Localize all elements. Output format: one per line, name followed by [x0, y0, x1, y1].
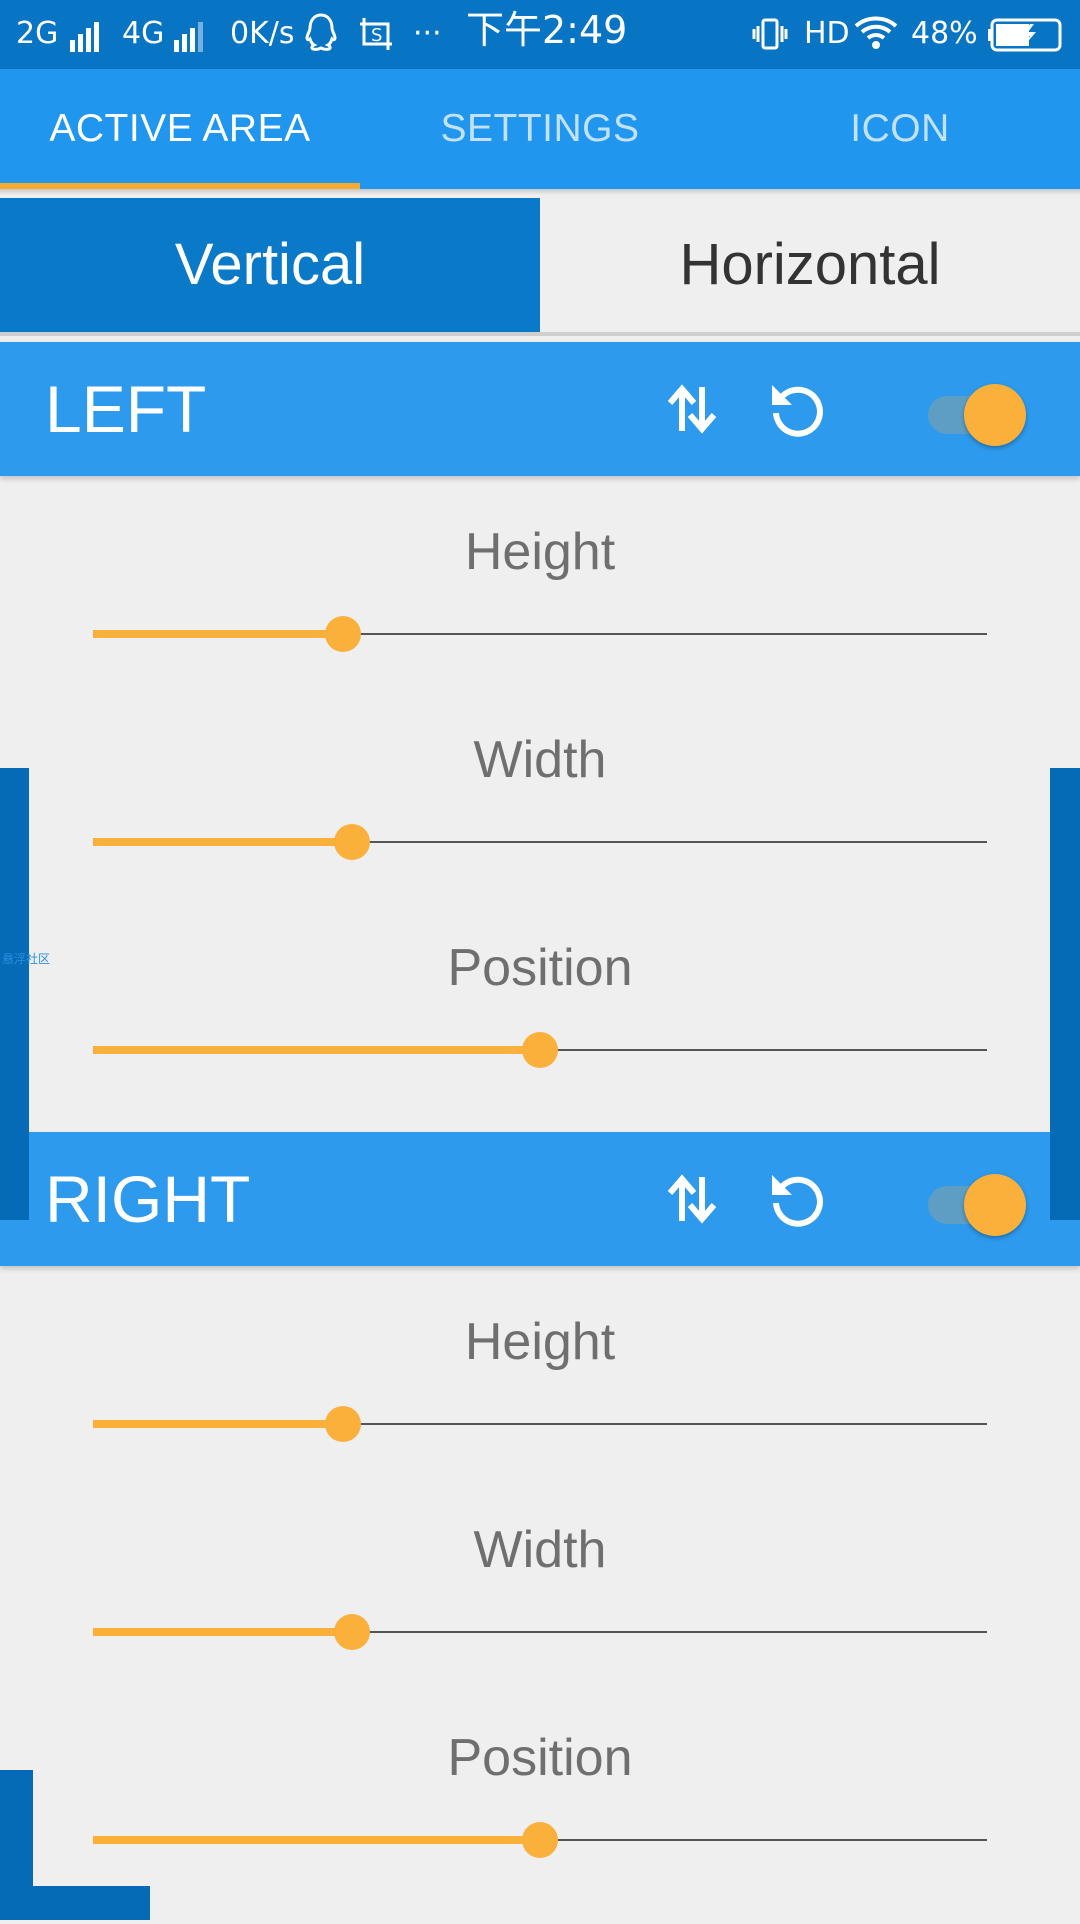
slider-label: Height [464, 523, 616, 581]
signal-icon-2 [170, 16, 206, 52]
orientation-toggle: Vertical Horizontal [0, 198, 1080, 332]
slider-label: Position [447, 939, 633, 997]
hd-label: HD [804, 16, 850, 51]
right-section-header: RIGHT [0, 1132, 1080, 1266]
left-enable-switch[interactable] [928, 378, 1028, 446]
screenshot-icon: S [358, 14, 398, 63]
slider-thumb[interactable] [325, 616, 361, 652]
battery-charging-icon [988, 18, 1064, 61]
more-dots: ··· [413, 16, 442, 51]
right-section-title: RIGHT [45, 1162, 251, 1236]
network-4g-label: 4G [122, 16, 165, 51]
left-section-title: LEFT [45, 372, 207, 446]
slider-thumb[interactable] [522, 1822, 558, 1858]
signal-icon [66, 16, 102, 52]
right-enable-switch[interactable] [928, 1168, 1028, 1236]
clock: 下午2:49 [466, 8, 628, 52]
left-width-slider[interactable] [93, 822, 987, 862]
slider-label: Width [473, 731, 607, 789]
left-height-slider[interactable] [93, 614, 987, 654]
left-width-slider-group: Width [0, 718, 1080, 926]
corner-overlay-horizontal [0, 1886, 150, 1920]
slider-fill [93, 1046, 540, 1054]
right-active-area-overlay[interactable] [1050, 768, 1080, 1220]
slider-thumb[interactable] [522, 1032, 558, 1068]
qq-icon [302, 12, 340, 63]
right-position-slider[interactable] [93, 1820, 987, 1860]
network-2g-label: 2G [16, 16, 59, 51]
tab-icon-label: ICON [850, 107, 950, 150]
left-position-slider[interactable] [93, 1030, 987, 1070]
left-height-slider-group: Height [0, 510, 1080, 718]
slider-label: Width [473, 1521, 607, 1579]
swap-vertical-icon[interactable] [660, 1167, 724, 1231]
slider-thumb[interactable] [334, 1614, 370, 1650]
right-width-slider-group: Width [0, 1508, 1080, 1716]
overlay-label: 悬浮社区 [2, 952, 51, 966]
network-speed: 0K/s [230, 16, 295, 51]
svg-text:S: S [371, 25, 382, 46]
horizontal-button[interactable]: Horizontal [540, 198, 1080, 332]
swap-vertical-icon[interactable] [660, 377, 724, 441]
slider-thumb[interactable] [325, 1406, 361, 1442]
left-active-area-overlay[interactable] [0, 768, 29, 1220]
tab-settings-label: SETTINGS [440, 107, 640, 150]
slider-label: Height [464, 1313, 616, 1371]
switch-thumb [964, 1174, 1026, 1236]
tab-active-area-label: ACTIVE AREA [49, 107, 311, 150]
tab-bar-shadow [0, 189, 1080, 195]
slider-label: Position [447, 1729, 633, 1787]
reset-icon[interactable] [764, 377, 828, 441]
battery-percent: 48% [911, 16, 978, 51]
slider-fill [93, 1836, 540, 1844]
tab-active-area[interactable]: ACTIVE AREA [0, 69, 360, 189]
reset-icon[interactable] [764, 1167, 828, 1231]
left-position-slider-group: Position [0, 926, 1080, 1134]
tab-settings[interactable]: SETTINGS [360, 69, 720, 189]
right-height-slider-group: Height [0, 1300, 1080, 1508]
status-bar: 2G 4G 0K/s S ··· 下午2:49 HD 48% [0, 0, 1080, 69]
right-height-slider[interactable] [93, 1404, 987, 1444]
slider-fill [93, 838, 352, 846]
switch-thumb [964, 384, 1026, 446]
vibrate-icon [750, 14, 790, 63]
vertical-button[interactable]: Vertical [0, 198, 540, 332]
divider [0, 332, 1080, 336]
slider-thumb[interactable] [334, 824, 370, 860]
left-section-header: LEFT [0, 342, 1080, 476]
slider-fill [93, 630, 343, 638]
tab-bar: ACTIVE AREA SETTINGS ICON [0, 69, 1080, 189]
slider-fill [93, 1420, 343, 1428]
slider-fill [93, 1628, 352, 1636]
wifi-icon [853, 12, 899, 61]
right-position-slider-group: Position [0, 1716, 1080, 1924]
tab-icon[interactable]: ICON [720, 69, 1080, 189]
right-width-slider[interactable] [93, 1612, 987, 1652]
